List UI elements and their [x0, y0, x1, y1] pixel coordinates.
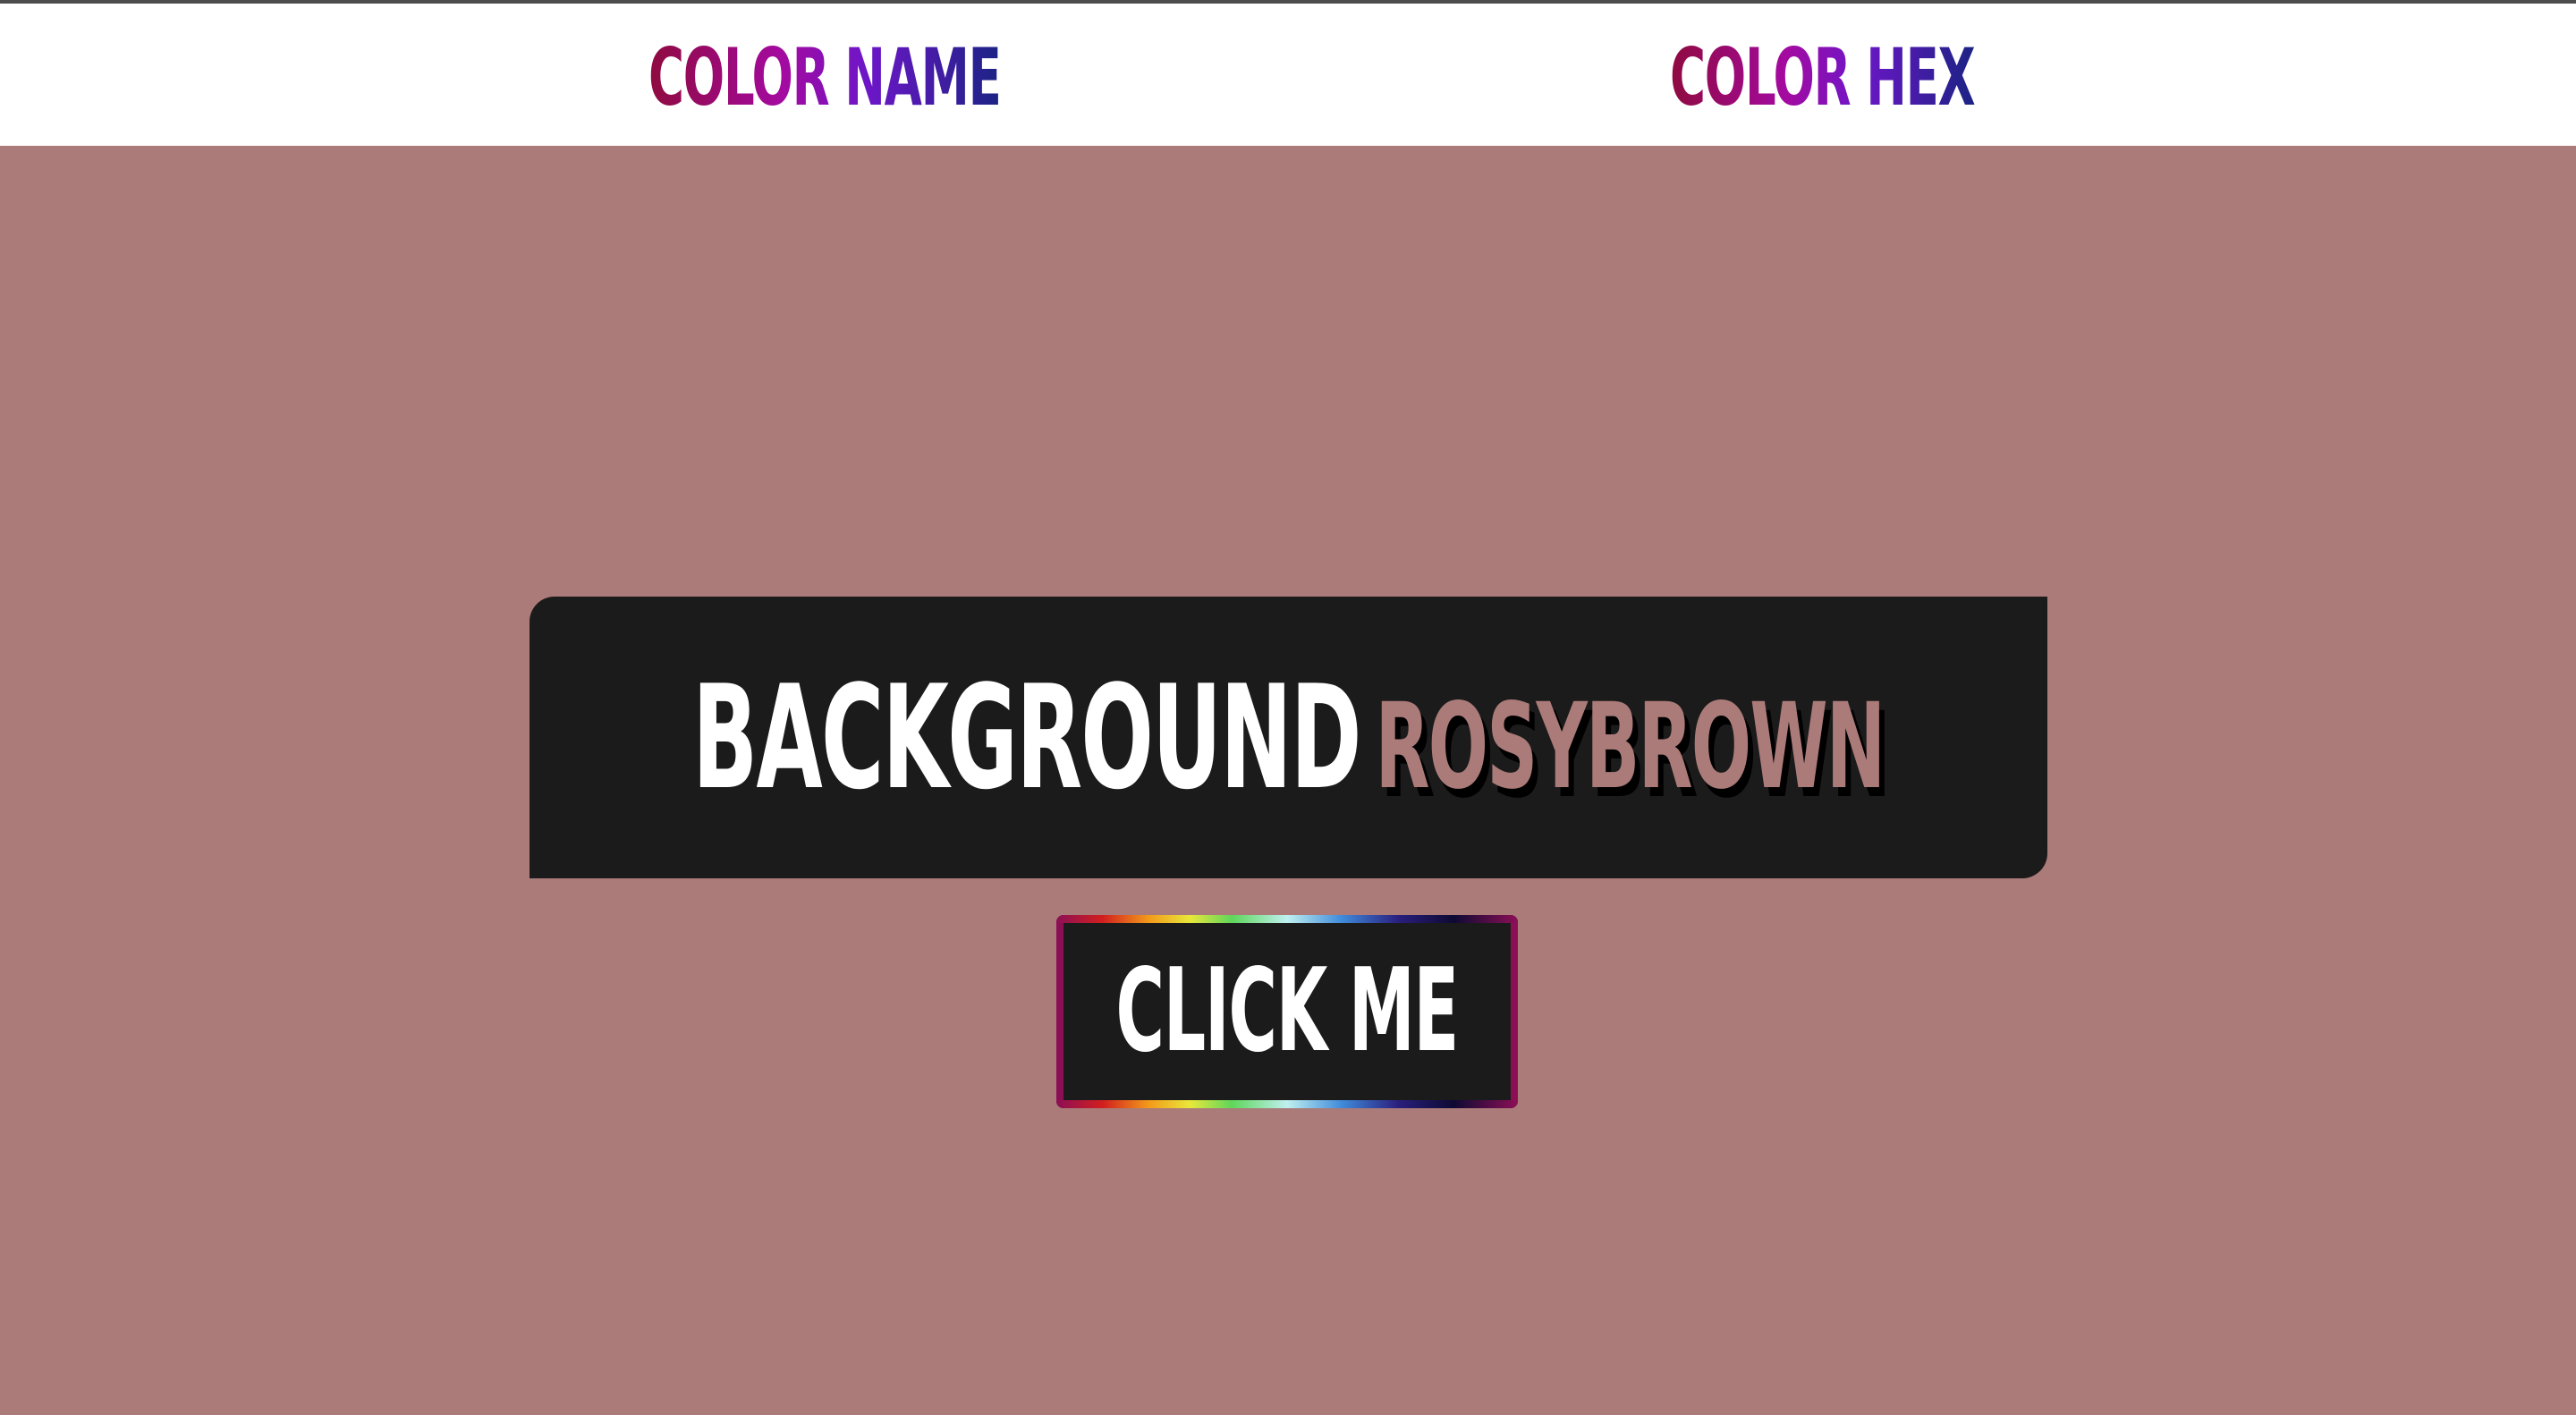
color-hex-link[interactable]: COLOR HEX: [1670, 38, 1976, 118]
color-display-panel: BACKGROUND ROSYBROWN: [530, 597, 2047, 878]
navbar: COLOR NAME COLOR HEX: [0, 4, 2576, 146]
button-label-wrap: CLICK ME: [1056, 915, 1518, 1108]
color-headline: BACKGROUND ROSYBROWN: [530, 597, 2047, 878]
click-me-button[interactable]: CLICK ME: [1056, 915, 1518, 1108]
color-name-link[interactable]: COLOR NAME: [648, 38, 1002, 118]
color-value: ROSYBROWN: [1375, 677, 1886, 816]
button-label: CLICK ME: [1115, 945, 1460, 1078]
background-label: BACKGROUND: [692, 653, 1361, 821]
